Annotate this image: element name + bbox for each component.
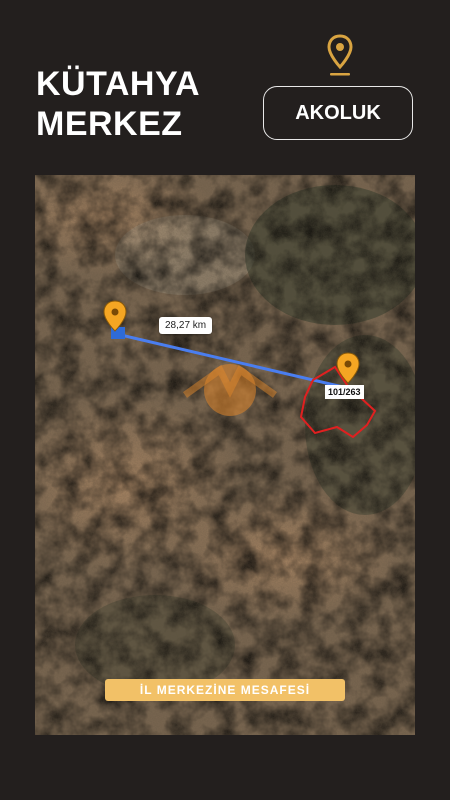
title-line-2: MERKEZ bbox=[36, 105, 183, 143]
page-title: KÜTAHYA MERKEZ bbox=[36, 64, 200, 144]
distance-label: 28,27 km bbox=[159, 317, 213, 334]
distance-banner: İL MERKEZİNE MESAFESİ bbox=[105, 679, 345, 701]
parcel-label: 101/263 bbox=[325, 385, 364, 399]
title-line-1: KÜTAHYA bbox=[36, 65, 201, 103]
terrain-imagery bbox=[35, 175, 415, 735]
location-button[interactable]: AKOLUK bbox=[263, 86, 413, 140]
satellite-map[interactable]: 28,27 km 101/263 İL MERKEZİNE MESAFESİ bbox=[35, 175, 415, 735]
map-pin-icon bbox=[327, 34, 353, 76]
